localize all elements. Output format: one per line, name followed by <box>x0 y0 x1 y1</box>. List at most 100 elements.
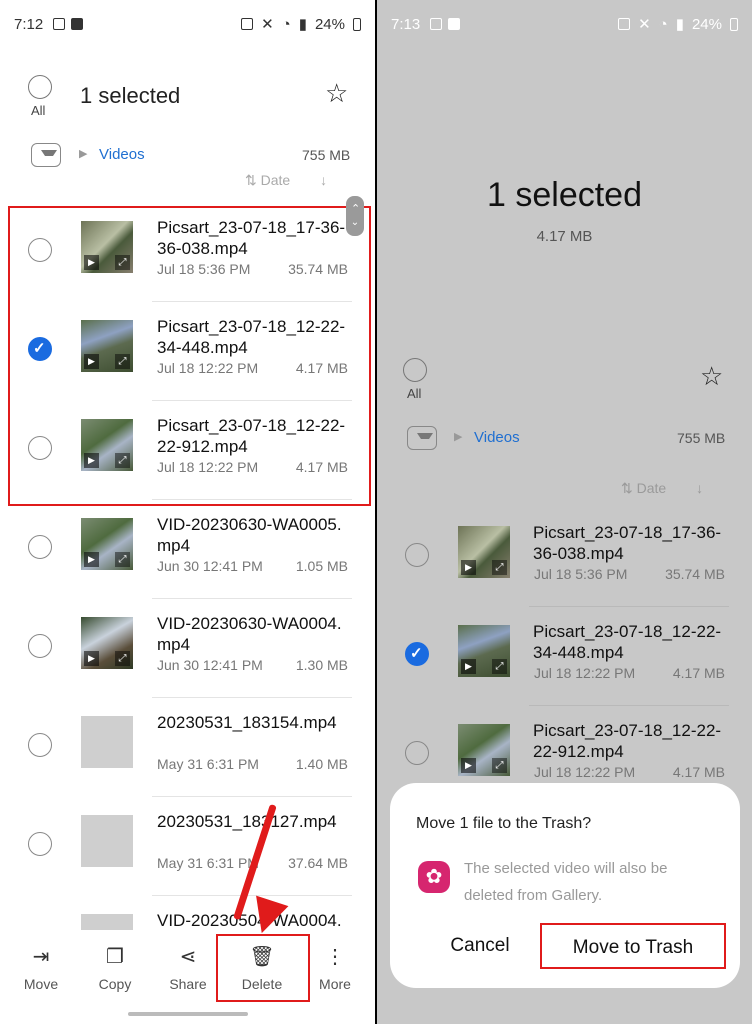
breadcrumb-arrow-icon: ▶ <box>79 148 88 160</box>
breadcrumb: ▶ Videos 755 MB <box>0 135 375 175</box>
video-thumbnail: ▶ ⤢ <box>458 526 510 578</box>
select-all-checkbox[interactable] <box>28 75 52 99</box>
copy-button[interactable]: ❐ Copy <box>80 944 150 992</box>
lock-icon <box>241 18 254 30</box>
sort-direction-icon[interactable]: ↓ <box>696 480 703 496</box>
move-to-trash-button[interactable]: Move to Trash <box>540 923 726 969</box>
item-checkbox[interactable] <box>28 634 52 658</box>
list-item[interactable]: 20230531_183154.mp4 May 31 6:31 PM 1.40 MB <box>0 698 375 797</box>
expand-icon: ⤢ <box>115 552 130 567</box>
play-icon: ▶ <box>461 659 476 674</box>
more-vertical-icon: ⋮ <box>325 946 345 968</box>
folder-size: 755 MB <box>302 147 351 163</box>
file-date: Jun 30 12:41 PM <box>157 558 263 574</box>
selection-header: All ☆ <box>377 356 752 412</box>
item-checkbox[interactable] <box>28 733 52 757</box>
move-label: Move <box>23 976 59 992</box>
move-button[interactable]: ⇥ Move <box>6 944 76 992</box>
play-icon: ▶ <box>461 560 476 575</box>
file-name: VID-20230630-WA0005.mp4 <box>157 515 342 555</box>
file-selection-screen: 7:12 ✕ ◔ ▮ 24% All 1 selected ☆ ▶ Videos… <box>0 0 375 1024</box>
file-date: May 31 6:31 PM <box>157 756 259 772</box>
video-thumbnail: ▶ ⤢ <box>458 724 510 776</box>
dialog-message: The selected video will also be deleted … <box>464 860 668 904</box>
file-date: May 31 6:31 PM <box>157 855 259 871</box>
folder-size: 755 MB <box>677 430 726 446</box>
file-date: Jul 18 5:36 PM <box>534 566 628 582</box>
selection-header: All 1 selected ☆ <box>0 70 375 126</box>
file-date: Jul 18 12:22 PM <box>534 764 636 780</box>
gallery-notification-icon <box>430 18 443 30</box>
list-item[interactable]: ▶⤢ Picsart_23-07-18_12-22-34-448.mp4 Jul 1… <box>377 607 752 706</box>
play-icon: ▶ <box>84 552 99 567</box>
file-size: 4.17 MB <box>672 764 725 780</box>
battery-icon <box>353 17 361 31</box>
copy-icon: ❐ <box>106 946 124 968</box>
signal-icon: ▮ <box>298 16 307 33</box>
breadcrumb-arrow-icon: ▶ <box>454 431 463 443</box>
scrollbar-handle[interactable]: ⌄ <box>346 182 364 236</box>
sort-label: Date <box>636 480 667 496</box>
status-bar: 7:13 ✕ ◔ ▮ 24% <box>377 0 752 48</box>
cancel-button[interactable]: Cancel <box>430 923 530 969</box>
select-all-label: All <box>407 386 422 401</box>
breadcrumb-folder-videos[interactable]: Videos <box>474 429 520 446</box>
delete-highlight-box <box>216 934 310 1002</box>
favorite-star-icon[interactable]: ☆ <box>700 361 723 392</box>
status-bar: 7:12 ✕ ◔ ▮ 24% <box>0 0 375 48</box>
breadcrumb: ▶ Videos 755 MB <box>377 418 752 458</box>
sort-control[interactable]: ⇅ Date ↓ <box>621 480 703 510</box>
list-item[interactable]: 20230531_183127.mp4 May 31 6:31 PM 37.64 M… <box>0 797 375 896</box>
item-checkbox[interactable] <box>28 832 52 856</box>
file-size: 1.05 MB <box>295 558 348 574</box>
home-icon[interactable] <box>31 143 61 167</box>
share-label: Share <box>169 976 207 992</box>
signal-icon: ▮ <box>675 16 684 33</box>
file-date: Jun 30 12:41 PM <box>157 657 263 673</box>
more-button[interactable]: ⋮ More <box>300 944 370 992</box>
file-size: 35.74 MB <box>665 566 725 582</box>
highlight-box <box>8 206 371 506</box>
delete-confirmation-screen: 7:13 ✕ ◔ ▮ 24% 1 selected 4.17 MB All ☆ … <box>377 0 752 1024</box>
play-icon: ▶ <box>84 651 99 666</box>
sort-label: Date <box>260 172 291 188</box>
list-item[interactable]: ▶ ⤢ VID-20230630-WA0005.mp4 Jun 30 12:41 PM… <box>0 500 375 599</box>
file-size: 1.30 MB <box>295 657 348 673</box>
file-name: VID-20230630-WA0004.mp4 <box>157 614 342 654</box>
video-thumbnail: ▶ ⤢ <box>458 625 510 677</box>
video-thumbnail <box>81 815 133 867</box>
breadcrumb-folder-videos[interactable]: Videos <box>99 146 145 163</box>
mute-icon: ✕ <box>638 16 651 33</box>
gallery-app-icon: ✿ <box>418 861 450 893</box>
file-name: Picsart_23-07-18_12-22-34-448.mp4 <box>533 622 722 662</box>
expand-icon: ⤢ <box>115 651 130 666</box>
file-date: Jul 18 12:22 PM <box>534 665 636 681</box>
file-name: 20230531_183154.mp4 <box>157 713 337 732</box>
sort-icon: ⇅ <box>621 480 637 496</box>
item-checkbox[interactable] <box>405 543 429 567</box>
sort-direction-icon[interactable]: ↓ <box>320 172 327 188</box>
check-notification-icon <box>71 18 84 30</box>
gesture-bar <box>128 1012 248 1016</box>
share-button[interactable]: ⋖ Share <box>153 944 223 992</box>
list-item[interactable]: ▶ ⤢ Picsart_23-07-18_17-36-36-038.mp4 Jul 1… <box>377 508 752 607</box>
status-time: 7:12 <box>14 15 44 33</box>
lock-icon <box>618 18 631 30</box>
item-checkbox[interactable] <box>405 741 429 765</box>
dialog-title: Move 1 file to the Trash? <box>416 815 592 832</box>
share-icon: ⋖ <box>179 946 197 968</box>
select-all-checkbox[interactable] <box>403 358 427 382</box>
action-toolbar: ⇥ Move ❐ Copy ⋖ Share 🗑 Delete ⋮ More <box>0 930 375 1024</box>
item-checkbox[interactable] <box>405 642 429 666</box>
file-name: Picsart_23-07-18_12-22-22-912.mp4 <box>533 721 722 761</box>
item-checkbox[interactable] <box>28 535 52 559</box>
video-thumbnail: ▶ ⤢ <box>81 518 133 570</box>
file-size: 1.40 MB <box>295 756 348 772</box>
home-icon[interactable] <box>407 426 437 450</box>
move-icon: ⇥ <box>32 946 50 968</box>
favorite-star-icon[interactable]: ☆ <box>325 78 348 109</box>
expand-icon: ⤢ <box>492 560 507 575</box>
file-name: 20230531_183127.mp4 <box>157 812 337 831</box>
wifi-icon: ◔ <box>658 15 668 33</box>
list-item[interactable]: ▶ ⤢ VID-20230630-WA0004.mp4 Jun 30 12:41 PM… <box>0 599 375 698</box>
